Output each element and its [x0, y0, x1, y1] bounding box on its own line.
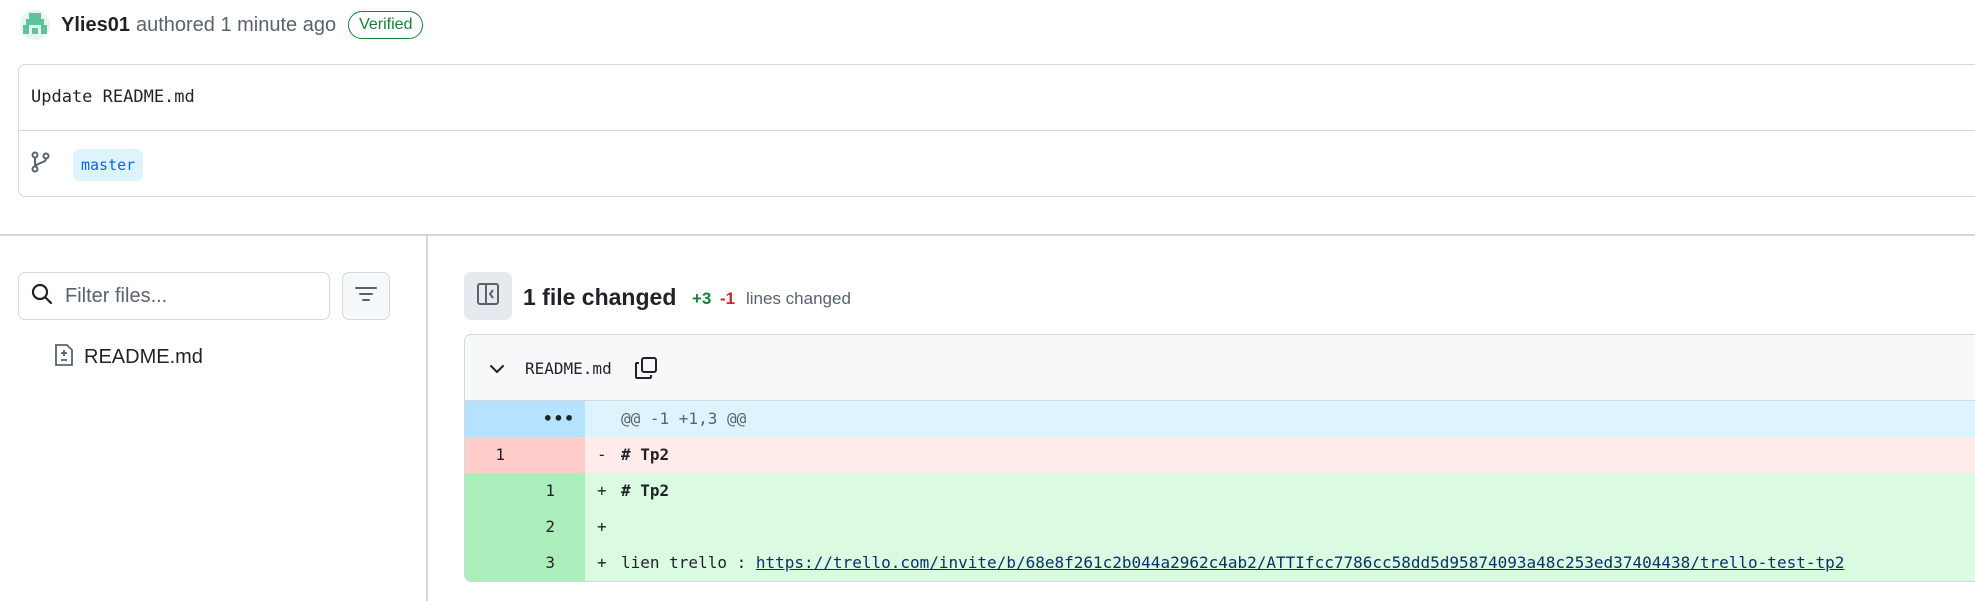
copy-icon[interactable] — [633, 355, 659, 386]
hunk-header-text: @@ -1 +1,3 @@ — [621, 409, 747, 428]
diff-line-deleted: 1 - # Tp2 — [465, 437, 1975, 473]
divider — [19, 130, 1975, 131]
branch-pill[interactable]: master — [73, 149, 144, 181]
new-line-number[interactable]: 1 — [525, 473, 555, 509]
lines-changed-label: lines changed — [746, 289, 851, 308]
commit-message: Update README.md — [31, 87, 195, 107]
new-line-number[interactable]: 2 — [525, 509, 555, 545]
search-icon — [31, 283, 53, 310]
diff-line-code: # Tp2 — [621, 481, 670, 500]
file-diff-icon — [54, 343, 74, 372]
diff-sign: + — [597, 517, 607, 536]
section-divider — [0, 234, 1975, 236]
avatar[interactable] — [20, 10, 50, 40]
author-name[interactable]: Ylies01 — [61, 14, 130, 37]
sidebar-collapse-icon — [475, 281, 501, 312]
diff-line-text: lien trello : — [621, 553, 756, 572]
hunk-header-row: ••• @@ -1 +1,3 @@ — [465, 401, 1975, 437]
deletions-count: -1 — [720, 289, 736, 308]
filter-files-input[interactable] — [65, 284, 305, 308]
diff-line-code: # Tp2 — [621, 445, 670, 464]
filter-options-button[interactable] — [342, 272, 390, 320]
diff-sign: + — [597, 481, 607, 500]
identicon-icon — [20, 10, 50, 40]
diff-line-added: 2 + — [465, 509, 1975, 545]
new-line-number[interactable]: 3 — [525, 545, 555, 581]
file-tree-item[interactable]: README.md — [54, 342, 203, 372]
commit-author-row: Ylies01 authored 1 minute ago Verified — [20, 9, 424, 41]
file-tree-item-label: README.md — [84, 345, 203, 368]
git-branch-icon — [31, 151, 51, 178]
commit-message-box: Update README.md master — [18, 64, 1975, 197]
filter-files-field[interactable] — [18, 272, 330, 320]
chevron-down-icon[interactable] — [487, 359, 507, 384]
verified-badge[interactable]: Verified — [348, 11, 424, 39]
diff-filename[interactable]: README.md — [525, 359, 612, 378]
diff-sign: + — [597, 553, 607, 572]
additions-count: +3 — [692, 289, 712, 308]
files-changed-title: 1 file changed — [523, 284, 677, 310]
diff-file-panel: README.md ••• @@ -1 +1,3 @@ 1 - # Tp2 1 … — [464, 334, 1975, 582]
pane-divider[interactable] — [426, 236, 428, 601]
diff-file-header: README.md — [465, 335, 1975, 401]
toggle-file-tree-button[interactable] — [464, 272, 512, 320]
trello-link[interactable]: https://trello.com/invite/b/68e8f261c2b0… — [756, 553, 1845, 572]
authored-time: authored 1 minute ago — [135, 13, 337, 36]
diff-line-code: lien trello : https://trello.com/invite/… — [621, 545, 1844, 581]
expand-hunk-icon[interactable]: ••• — [543, 401, 575, 437]
filter-icon — [354, 284, 378, 309]
diff-line-added: 1 + # Tp2 — [465, 473, 1975, 509]
diff-sign: - — [597, 445, 607, 464]
diff-line-added: 3 + lien trello : https://trello.com/inv… — [465, 545, 1975, 581]
old-line-number[interactable]: 1 — [465, 437, 505, 473]
